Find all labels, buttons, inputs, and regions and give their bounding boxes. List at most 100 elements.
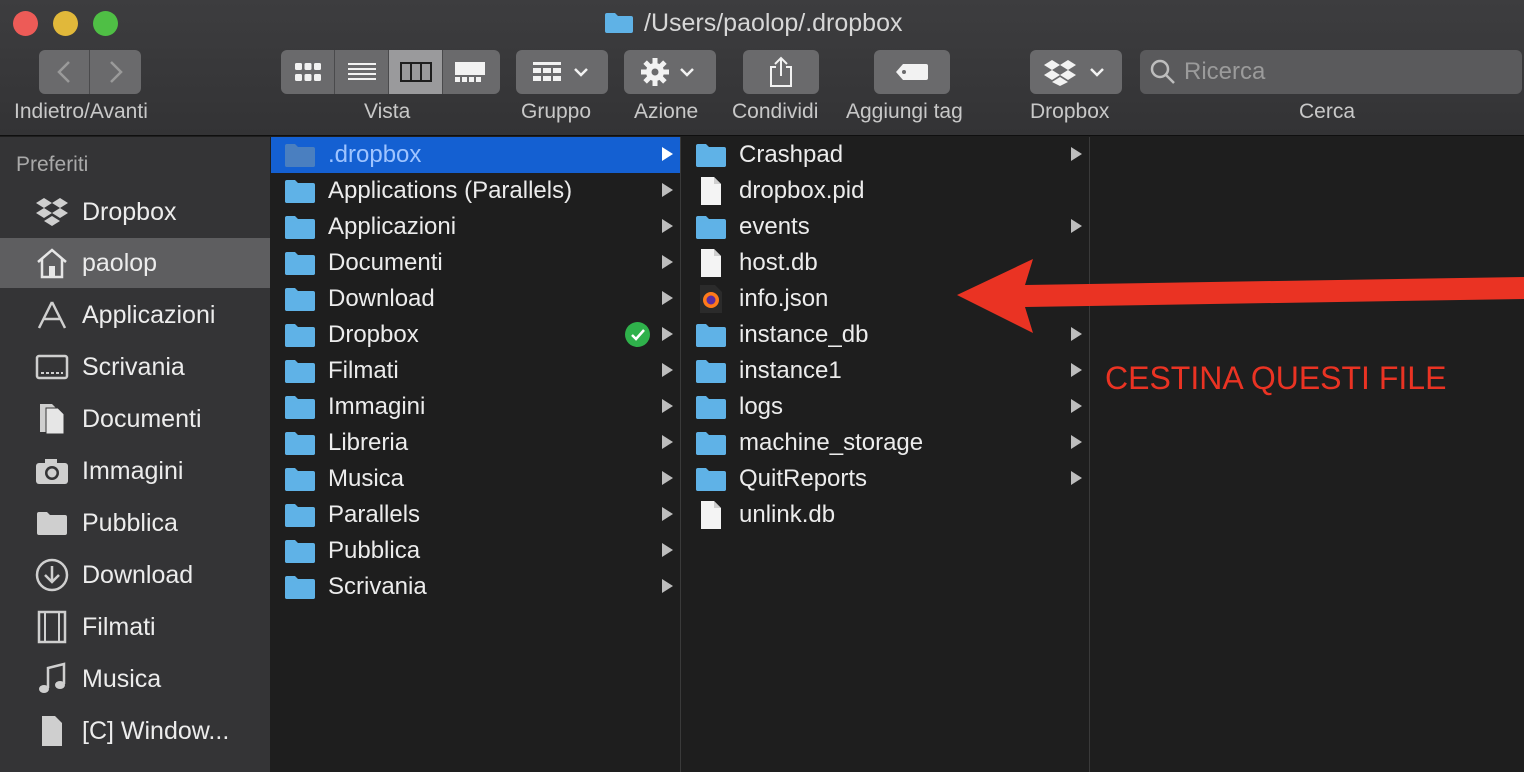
list-item-dropbox-pid[interactable]: dropbox.pid <box>682 173 1089 209</box>
back-button[interactable] <box>39 50 90 94</box>
disclosure-arrow-icon <box>1071 219 1082 233</box>
sidebar-item-label: Download <box>82 560 194 589</box>
close-window-button[interactable] <box>13 11 38 36</box>
folder-icon <box>284 286 316 312</box>
column-view-button[interactable] <box>389 50 443 94</box>
list-item-label: Parallels <box>328 501 421 528</box>
sidebar-item-filmati[interactable]: Filmati <box>0 602 270 652</box>
disclosure-arrow-icon <box>662 147 673 161</box>
disclosure-arrow-icon <box>662 219 673 233</box>
window-title-text: /Users/paolop/.dropbox <box>644 8 903 37</box>
dropbox-toolbar-label: Dropbox <box>1030 100 1110 123</box>
home-icon <box>34 245 70 281</box>
sidebar-item-scrivania[interactable]: Scrivania <box>0 342 270 392</box>
minimize-window-button[interactable] <box>53 11 78 36</box>
zoom-window-button[interactable] <box>93 11 118 36</box>
gear-icon <box>641 58 694 86</box>
list-item-quitreports[interactable]: QuitReports <box>682 461 1089 497</box>
list-item-crashpad[interactable]: Crashpad <box>682 137 1089 173</box>
columns-icon <box>399 62 432 82</box>
list-item-immagini[interactable]: Immagini <box>271 389 680 425</box>
folder-icon <box>34 505 70 541</box>
folder-icon <box>695 466 727 492</box>
disclosure-arrow-icon <box>662 183 673 197</box>
list-item-pubblica[interactable]: Pubblica <box>271 533 680 569</box>
folder-icon <box>695 358 727 384</box>
search-input[interactable] <box>1184 58 1504 86</box>
list-item-documenti[interactable]: Documenti <box>271 245 680 281</box>
file-icon <box>695 501 727 529</box>
sidebar-item-label: Pubblica <box>82 508 178 537</box>
disclosure-arrow-icon <box>662 363 673 377</box>
forward-button[interactable] <box>90 50 141 94</box>
list-item-scrivania[interactable]: Scrivania <box>271 569 680 605</box>
list-item-label: unlink.db <box>739 501 836 528</box>
window-title: /Users/paolop/.dropbox <box>604 8 902 38</box>
sidebar-item-download[interactable]: Download <box>0 550 270 600</box>
share-icon <box>770 56 792 87</box>
list-item-label: Pubblica <box>328 537 421 564</box>
disclosure-arrow-icon <box>662 255 673 269</box>
list-item-label: info.json <box>739 285 829 312</box>
search-field[interactable] <box>1140 50 1522 94</box>
list-item-label: machine_storage <box>739 429 924 456</box>
folder-icon <box>284 142 316 168</box>
list-item-machine-storage[interactable]: machine_storage <box>682 425 1089 461</box>
list-item-applicazioni[interactable]: Applicazioni <box>271 209 680 245</box>
sidebar-item-musica[interactable]: Musica <box>0 654 270 704</box>
folder-icon <box>284 538 316 564</box>
share-label: Condividi <box>732 100 819 123</box>
list-item-applications-parallels[interactable]: Applications (Parallels) <box>271 173 680 209</box>
disclosure-arrow-icon <box>1071 399 1082 413</box>
action-button[interactable] <box>624 50 716 94</box>
sidebar-item-paolop[interactable]: paolop <box>0 238 270 288</box>
list-item-label: Applications (Parallels) <box>328 177 573 204</box>
nav-buttons <box>39 50 141 94</box>
desktop-icon <box>34 349 70 385</box>
list-item-instance1[interactable]: instance1 <box>682 353 1089 389</box>
music-icon <box>34 661 70 697</box>
list-item-libreria[interactable]: Libreria <box>271 425 680 461</box>
list-item-musica[interactable]: Musica <box>271 461 680 497</box>
annotation-arrow-icon <box>957 259 1524 333</box>
list-item-unlink-db[interactable]: unlink.db <box>682 497 1089 533</box>
tag-button[interactable] <box>874 50 950 94</box>
search-label: Cerca <box>1299 100 1356 123</box>
list-icon <box>347 63 376 80</box>
sync-check-icon <box>625 322 650 347</box>
sidebar-item-label: Documenti <box>82 404 202 433</box>
gallery-icon <box>455 62 485 82</box>
list-item-dropbox[interactable]: Dropbox <box>271 317 680 353</box>
sidebar-item-pubblica[interactable]: Pubblica <box>0 498 270 548</box>
column-home: .dropbox Applications (Parallels) Applicaz… <box>271 137 681 772</box>
share-button[interactable] <box>743 50 819 94</box>
nav-label: Indietro/Avanti <box>14 100 148 123</box>
icon-view-button[interactable] <box>281 50 335 94</box>
list-item-dropbox[interactable]: .dropbox <box>271 137 680 173</box>
sidebar-item-documenti[interactable]: Documenti <box>0 394 270 444</box>
sidebar-item-windows-disk[interactable]: [C] Window... <box>0 706 270 756</box>
sidebar-item-applicazioni[interactable]: Applicazioni <box>0 290 270 340</box>
group-button[interactable] <box>516 50 608 94</box>
folder-icon <box>695 394 727 420</box>
disclosure-arrow-icon <box>1071 363 1082 377</box>
file-icon <box>34 713 70 749</box>
action-label: Azione <box>634 100 699 123</box>
list-item-label: instance1 <box>739 357 842 384</box>
folder-icon <box>284 358 316 384</box>
list-item-filmati[interactable]: Filmati <box>271 353 680 389</box>
sidebar-item-immagini[interactable]: Immagini <box>0 446 270 496</box>
sidebar-item-dropbox[interactable]: Dropbox <box>0 187 270 237</box>
list-item-label: Crashpad <box>739 141 844 168</box>
camera-icon <box>34 453 70 489</box>
list-item-download[interactable]: Download <box>271 281 680 317</box>
list-item-parallels[interactable]: Parallels <box>271 497 680 533</box>
dropbox-toolbar-button[interactable] <box>1030 50 1122 94</box>
list-item-events[interactable]: events <box>682 209 1089 245</box>
firefox-file-icon <box>695 285 727 313</box>
list-view-button[interactable] <box>335 50 389 94</box>
list-item-logs[interactable]: logs <box>682 389 1089 425</box>
folder-icon <box>284 430 316 456</box>
gallery-view-button[interactable] <box>443 50 497 94</box>
folder-icon <box>284 466 316 492</box>
